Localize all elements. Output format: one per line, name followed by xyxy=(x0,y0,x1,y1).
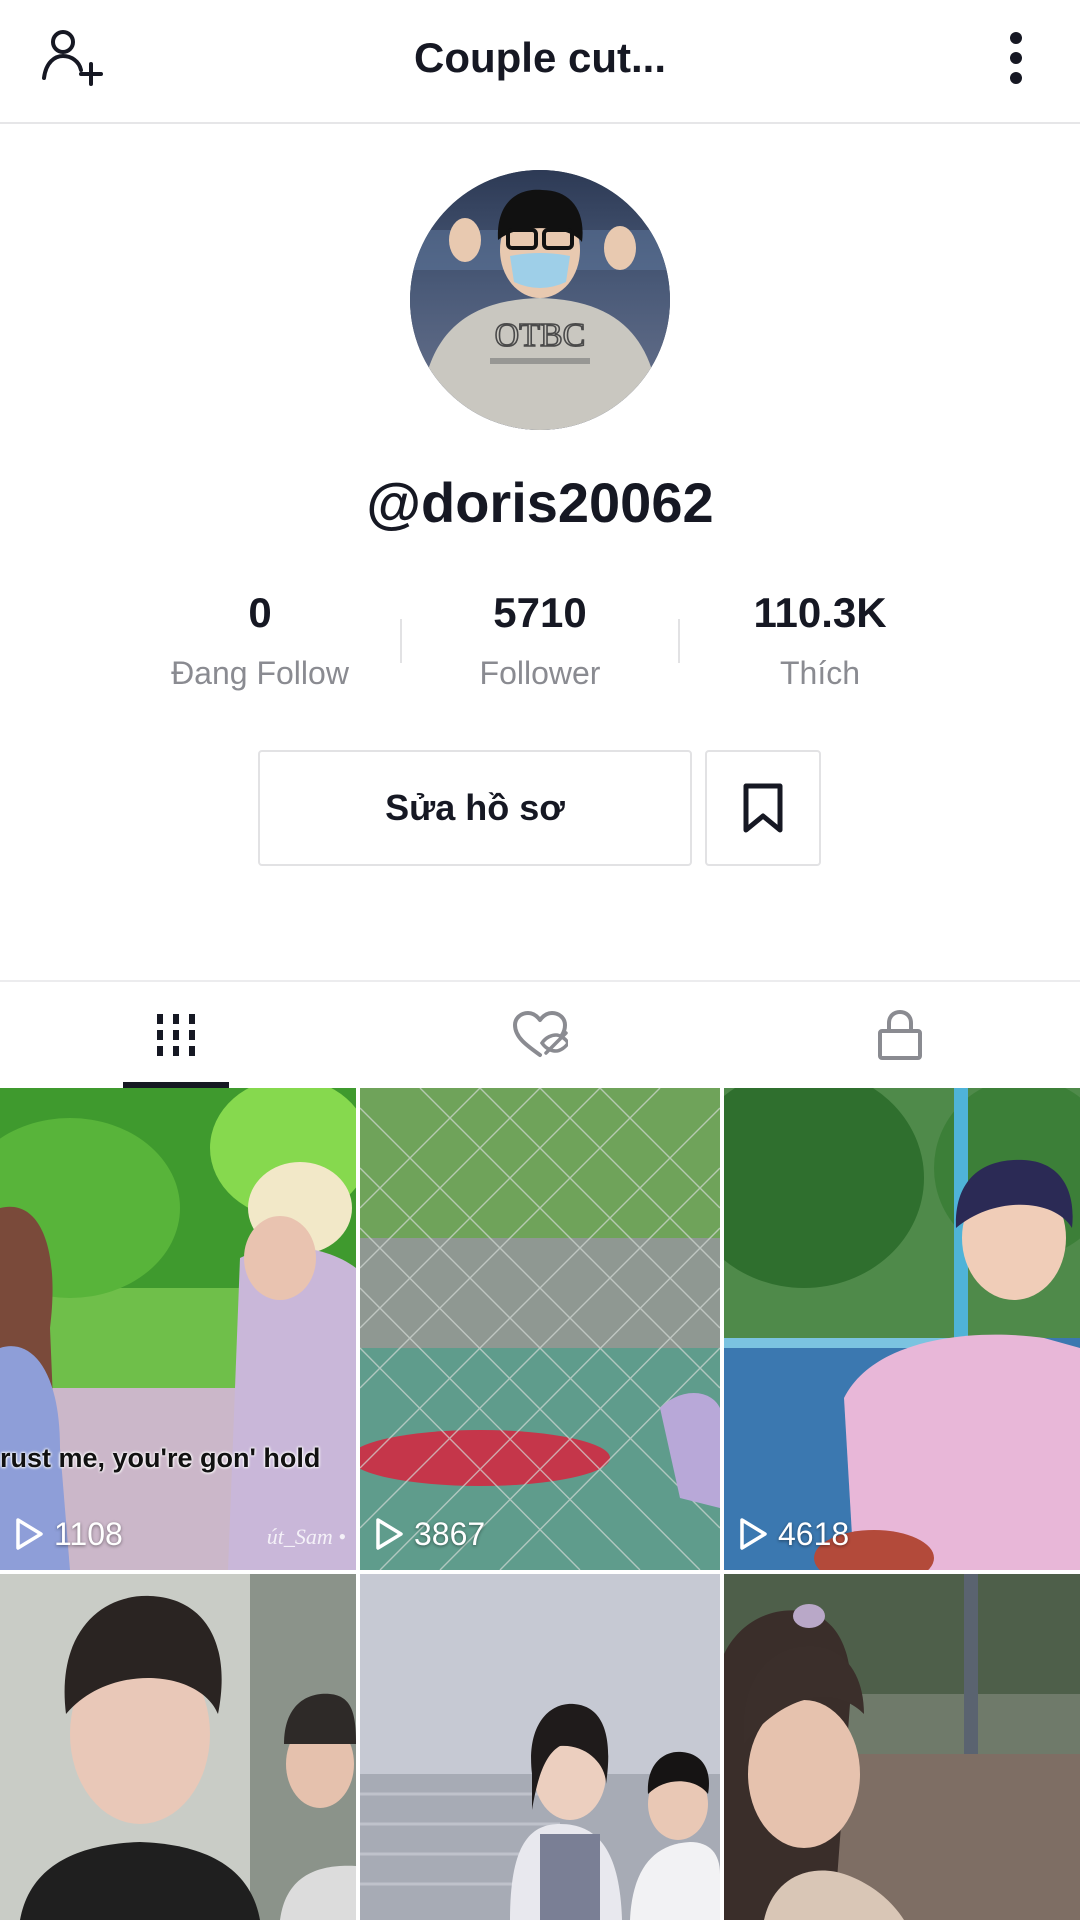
video-tile[interactable]: 4618 xyxy=(724,1088,1080,1570)
profile-stats: 0 Đang Follow 5710 Follower 110.3K Thích xyxy=(120,585,960,705)
hidden-heart-icon xyxy=(513,1011,568,1057)
stat-value: 0 xyxy=(248,589,272,636)
profile-tabs xyxy=(0,980,1080,1088)
stat-likes[interactable]: 110.3K Thích xyxy=(680,585,960,695)
tab-liked[interactable] xyxy=(360,982,720,1088)
more-menu-button[interactable] xyxy=(988,22,1044,94)
top-bar: Couple cut... xyxy=(0,0,1080,124)
video-thumbnail xyxy=(360,1574,720,1920)
play-icon xyxy=(376,1518,403,1550)
page-title[interactable]: Couple cut... xyxy=(240,30,840,86)
view-count-text: 3867 xyxy=(414,1516,486,1552)
video-thumbnail xyxy=(724,1574,1080,1920)
view-count: 3867 xyxy=(374,1516,485,1552)
username: @doris20062 xyxy=(366,471,714,534)
bookmark-icon xyxy=(743,783,783,833)
view-count: 4618 xyxy=(738,1516,849,1552)
play-icon xyxy=(740,1518,767,1550)
play-icon xyxy=(16,1518,43,1550)
lock-icon xyxy=(878,1009,922,1060)
favorites-button[interactable] xyxy=(705,750,821,866)
video-tile[interactable] xyxy=(0,1574,356,1920)
video-tile[interactable]: rust me, you're gon' hold 1108 út_Sam • xyxy=(0,1088,356,1570)
person-add-icon xyxy=(42,30,103,86)
vertical-dots-icon xyxy=(1010,32,1022,84)
video-thumbnail xyxy=(0,1088,356,1570)
video-grid: rust me, you're gon' hold 1108 út_Sam • … xyxy=(0,1088,1080,1920)
video-caption: rust me, you're gon' hold xyxy=(0,1443,321,1473)
stat-followers[interactable]: 5710 Follower xyxy=(400,585,680,695)
add-friend-button[interactable] xyxy=(38,22,110,94)
video-watermark: út_Sam • xyxy=(266,1524,346,1549)
grid-bars-icon xyxy=(157,1014,195,1056)
tab-private[interactable] xyxy=(720,982,1080,1088)
video-thumbnail xyxy=(360,1088,720,1570)
avatar-image: OTBC xyxy=(410,170,670,430)
view-count-text: 4618 xyxy=(778,1516,850,1552)
video-tile[interactable] xyxy=(360,1574,720,1920)
video-thumbnail xyxy=(724,1088,1080,1570)
avatar[interactable]: OTBC xyxy=(410,170,670,430)
tab-videos[interactable] xyxy=(0,982,352,1088)
video-thumbnail xyxy=(0,1574,356,1920)
view-count-text: 1108 xyxy=(54,1516,123,1552)
stat-label: Follower xyxy=(479,655,601,691)
svg-text:OTBC: OTBC xyxy=(495,317,586,354)
stat-label: Thích xyxy=(779,655,861,691)
stat-label: Đang Follow xyxy=(171,655,349,691)
edit-profile-button[interactable]: Sửa hồ sơ xyxy=(258,750,692,866)
stat-value: 5710 xyxy=(493,589,587,636)
video-tile[interactable]: 3867 xyxy=(360,1088,720,1570)
video-tile[interactable] xyxy=(724,1574,1080,1920)
stat-value: 110.3K xyxy=(753,589,887,636)
stat-following[interactable]: 0 Đang Follow xyxy=(120,585,400,695)
view-count: 1108 xyxy=(14,1516,123,1552)
